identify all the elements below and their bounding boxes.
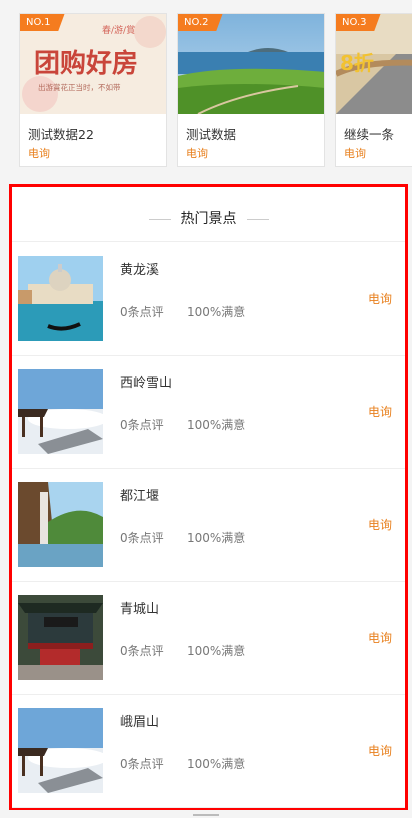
banner-big-text: 8折	[340, 51, 374, 75]
divider	[148, 218, 171, 220]
attraction-item[interactable]: 黄龙溪 0条点评 100%满意 电询	[12, 243, 405, 356]
review-count: 0条点评	[120, 531, 164, 545]
attraction-image	[18, 595, 103, 680]
phone-inquiry-link[interactable]: 电询	[368, 516, 392, 533]
satisfaction-rate: 100%满意	[187, 418, 246, 432]
featured-card-title: 测试数据	[186, 127, 237, 142]
review-count: 0条点评	[120, 305, 164, 319]
rank-badge: NO.2	[178, 14, 223, 31]
attraction-item[interactable]: 峨眉山 0条点评 100%满意 电询	[12, 695, 405, 808]
featured-card-title: 测试数据22	[28, 127, 94, 142]
satisfaction-rate: 100%满意	[187, 531, 246, 545]
rank-badge: NO.3	[336, 14, 381, 31]
featured-card-title: 继续一条	[344, 127, 395, 142]
satisfaction-rate: 100%满意	[187, 757, 246, 771]
featured-card[interactable]: NO.2 测试数据 电询	[177, 13, 325, 167]
banner-big-text: 团购好房	[34, 49, 138, 79]
attraction-name: 黄龙溪	[120, 263, 160, 278]
attraction-image	[18, 708, 103, 793]
hot-attractions-panel: 热门景点 黄龙溪 0条点评 100%满意 电询 西岭雪山 0条点评 100%满意…	[9, 184, 408, 810]
phone-inquiry-link[interactable]: 电询	[368, 290, 392, 307]
scroll-indicator	[193, 814, 219, 818]
attraction-name: 青城山	[120, 602, 160, 617]
attraction-item[interactable]: 青城山 0条点评 100%满意 电询	[12, 582, 405, 695]
attraction-name: 都江堰	[120, 489, 160, 504]
featured-carousel[interactable]: 春/游/賞 团购好房 出游賞花正当时，不如带 NO.1 测试数据22 电询 NO…	[0, 0, 412, 182]
attraction-item[interactable]: 西岭雪山 0条点评 100%满意 电询	[12, 356, 405, 469]
section-header: 热门景点	[12, 187, 405, 242]
featured-card[interactable]: 春/游/賞 团购好房 出游賞花正当时，不如带 NO.1 测试数据22 电询	[19, 13, 167, 167]
divider	[246, 218, 269, 220]
phone-inquiry-link[interactable]: 电询	[368, 403, 392, 420]
attraction-name: 峨眉山	[120, 715, 160, 730]
phone-inquiry-link[interactable]: 电询	[344, 145, 366, 161]
attraction-name: 西岭雪山	[120, 376, 173, 391]
featured-card[interactable]: 8折 NO.3 继续一条 电询	[335, 13, 412, 167]
review-count: 0条点评	[120, 418, 164, 432]
phone-inquiry-link[interactable]: 电询	[186, 145, 208, 161]
attraction-item[interactable]: 都江堰 0条点评 100%满意 电询	[12, 469, 405, 582]
phone-inquiry-link[interactable]: 电询	[368, 629, 392, 646]
rank-badge: NO.1	[20, 14, 65, 31]
attraction-image	[18, 482, 103, 567]
section-title: 热门景点	[180, 211, 237, 227]
phone-inquiry-link[interactable]: 电询	[28, 145, 50, 161]
review-count: 0条点评	[120, 757, 164, 771]
satisfaction-rate: 100%满意	[187, 644, 246, 658]
attraction-image	[18, 369, 103, 454]
attraction-image	[18, 256, 103, 341]
phone-inquiry-link[interactable]: 电询	[368, 742, 392, 759]
satisfaction-rate: 100%满意	[187, 305, 246, 319]
banner-sub-text: 出游賞花正当时，不如带	[38, 82, 121, 92]
banner-small-text: 春/游/賞	[102, 24, 135, 36]
review-count: 0条点评	[120, 644, 164, 658]
